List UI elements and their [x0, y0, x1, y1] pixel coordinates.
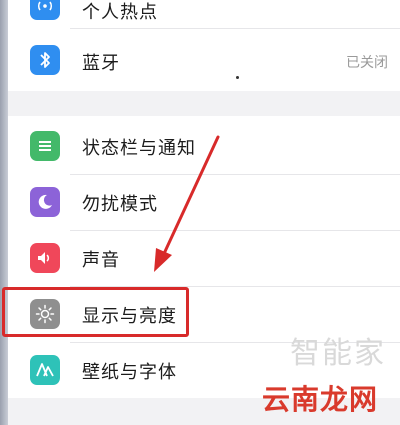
- watermark-logo: 云南龙网: [262, 383, 379, 416]
- watermark-light: 智能家: [290, 336, 386, 371]
